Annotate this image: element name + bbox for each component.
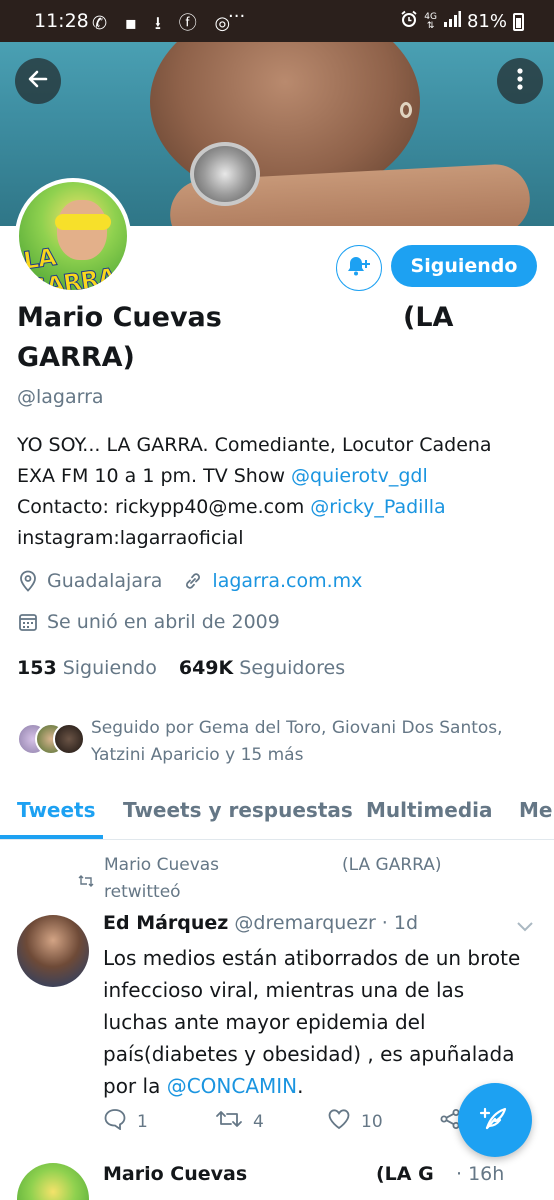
profile-name-part2: (LA — [403, 302, 454, 333]
retweeter-name-suffix[interactable]: (LA GARRA) — [342, 852, 442, 878]
avatar — [17, 1163, 89, 1200]
back-button[interactable] — [15, 58, 61, 104]
more-notifications-icon: ··· — [228, 6, 246, 27]
bio-line-4: instagram:lagarraoficial — [17, 527, 244, 549]
vertical-dots-icon — [516, 67, 524, 95]
tweet-handle-time: @dremarquezr · 1d — [234, 912, 419, 934]
alarm-icon — [400, 10, 418, 33]
next-tweet-time: · 16h — [456, 1163, 505, 1185]
status-time: 11:28 — [34, 10, 89, 32]
tweet-author-name[interactable]: Ed Márquez — [103, 912, 228, 934]
retweet-action: retwitteó — [104, 882, 181, 902]
next-tweet-author-suffix: (LA G — [376, 1163, 434, 1185]
status-right: 4G ⇅ 81% — [400, 10, 524, 33]
link-icon — [182, 570, 204, 592]
followed-by-text: Seguido por Gema del Toro, Giovani Dos S… — [91, 718, 503, 765]
tab-tweets[interactable]: Tweets — [17, 798, 96, 822]
banner-watch — [190, 142, 260, 206]
followers-stat[interactable]: 649K Seguidores — [179, 657, 345, 679]
avatar — [53, 723, 85, 755]
location-pin-icon — [17, 570, 39, 592]
tab-likes[interactable]: Me — [519, 798, 552, 822]
tweet-author-avatar[interactable] — [17, 915, 89, 987]
battery-percent: 81% — [466, 11, 507, 32]
compose-feather-icon — [478, 1101, 512, 1139]
battery-icon — [513, 12, 524, 31]
chevron-down-icon[interactable] — [516, 918, 534, 937]
bio-line-2: EXA FM 10 a 1 pm. TV Show @quierotv_gdl — [17, 465, 428, 487]
profile-stats: 153 Siguiendo 649K Seguidores — [17, 657, 345, 679]
retweet-small-icon — [78, 870, 94, 896]
followed-by-avatars — [17, 723, 87, 757]
profile-tabs: Tweets Tweets y respuestas Multimedia Me — [0, 782, 554, 840]
heart-icon — [327, 1108, 351, 1135]
mention-link-concamin[interactable]: @CONCAMIN — [167, 1074, 297, 1098]
mention-link-quierotv[interactable]: @quierotv_gdl — [291, 465, 428, 487]
banner-earring — [400, 102, 412, 118]
bio-line-3: Contacto: rickypp40@me.com @ricky_Padill… — [17, 496, 446, 518]
reply-icon — [103, 1108, 127, 1135]
bio-line-1: YO SOY... LA GARRA. Comediante, Locutor … — [17, 434, 492, 456]
retweet-icon — [215, 1108, 243, 1135]
network-type: 4G ⇅ — [424, 11, 437, 31]
mention-link-ricky[interactable]: @ricky_Padilla — [310, 496, 445, 518]
joined-text: Se unió en abril de 2009 — [47, 611, 280, 633]
profile-avatar[interactable]: LA GARRA — [15, 178, 131, 294]
calendar-icon — [17, 611, 39, 633]
avatar-logo-text: LA GARRA — [21, 242, 118, 294]
avatar-glasses — [55, 214, 111, 230]
following-stat[interactable]: 153 Siguiendo — [17, 657, 157, 679]
back-arrow-icon — [26, 67, 50, 95]
notifications-bell-button[interactable] — [336, 245, 382, 291]
bell-plus-icon — [346, 254, 372, 282]
tweet-header: Ed Márquez @dremarquezr · 1d — [103, 912, 418, 934]
profile-bio: YO SOY... LA GARRA. Comediante, Locutor … — [17, 430, 547, 554]
retweeter-name[interactable]: Mario Cuevas — [104, 852, 219, 878]
next-tweet-preview[interactable]: Mario Cuevas (LA G · 16h — [0, 1160, 554, 1200]
profile-name-part3: GARRA) — [17, 342, 135, 373]
tab-media[interactable]: Multimedia — [366, 798, 492, 822]
location-row: Guadalajara lagarra.com.mx — [17, 570, 362, 592]
following-button[interactable]: Siguiendo — [391, 245, 537, 287]
tweet-text[interactable]: Los medios están atiborrados de un brote… — [103, 942, 543, 1102]
notification-icons: ✆ ▪ ⭳ ⓕ ◎ — [92, 13, 237, 34]
next-tweet-author: Mario Cuevas — [103, 1163, 248, 1185]
tab-tweets-replies[interactable]: Tweets y respuestas — [123, 798, 353, 822]
signal-icon — [443, 11, 461, 32]
like-action[interactable]: 10 — [327, 1108, 383, 1135]
active-tab-indicator — [0, 835, 103, 839]
retweet-action-button[interactable]: 4 — [215, 1108, 264, 1135]
status-bar: 11:28 ✆ ▪ ⭳ ⓕ ◎ ··· 4G ⇅ 81% — [0, 0, 554, 42]
compose-tweet-button[interactable] — [458, 1083, 532, 1157]
profile-name-part1: Mario Cuevas — [17, 302, 222, 333]
more-options-button[interactable] — [497, 58, 543, 104]
location-text: Guadalajara — [47, 570, 163, 592]
reply-action[interactable]: 1 — [103, 1108, 148, 1135]
website-link[interactable]: lagarra.com.mx — [212, 570, 362, 592]
joined-row: Se unió en abril de 2009 — [17, 611, 280, 633]
profile-handle: @lagarra — [17, 386, 104, 408]
